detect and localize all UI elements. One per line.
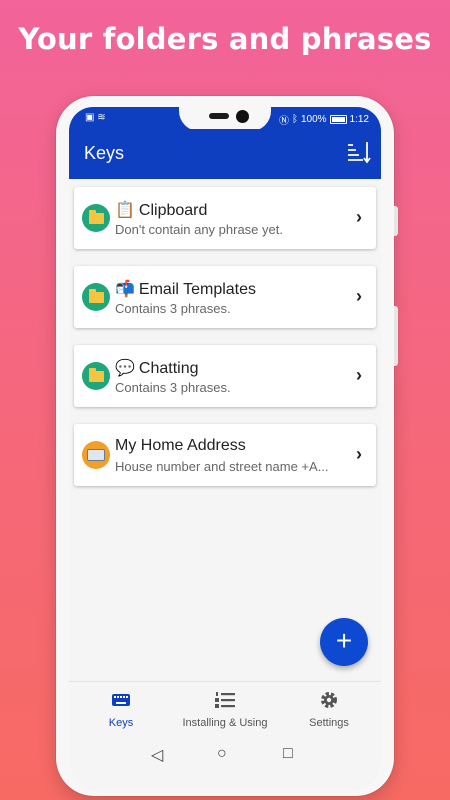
list-item-chatting[interactable]: 💬 Chatting Contains 3 phrases. › [74, 345, 376, 407]
item-title-text: Chatting [138, 360, 199, 377]
folder-icon [82, 283, 110, 311]
tab-installing-using[interactable]: Installing & Using [173, 690, 277, 729]
headline: Your folders and phrases [18, 22, 432, 56]
status-icons-left: ▣ ≋ [85, 112, 106, 123]
volume-button [394, 206, 398, 236]
phone-screen: ▣ ≋ Ⓝ ᛒ 100% 1:12 Keys 📋 Clipboard Don't… [69, 107, 381, 791]
page-title: Keys [84, 143, 125, 163]
speech-bubble-emoji-icon: 💬 [115, 360, 135, 377]
mailbox-emoji-icon: 📬 [115, 281, 135, 298]
tab-keys[interactable]: Keys [69, 690, 173, 729]
battery-icon [329, 115, 347, 124]
gear-icon [321, 692, 337, 708]
sort-icon[interactable] [347, 139, 371, 165]
list-item-clipboard[interactable]: 📋 Clipboard Don't contain any phrase yet.… [74, 187, 376, 249]
item-title-text: Clipboard [138, 202, 208, 219]
bottom-nav: Keys Installing & Using Settings [69, 681, 381, 734]
tab-label: Keys [108, 717, 134, 729]
bluetooth-icon: ᛒ [291, 114, 298, 125]
notch [179, 107, 271, 131]
item-title-text: Email Templates [138, 281, 257, 298]
numbered-list-icon [215, 692, 235, 708]
chevron-right-icon: › [356, 286, 362, 306]
chevron-right-icon: › [356, 365, 362, 385]
item-title: 📋 Clipboard [115, 200, 207, 220]
back-icon[interactable]: ◁ [151, 745, 163, 765]
nfc-icon: Ⓝ [278, 116, 289, 127]
item-subtitle: House number and street name +A... [115, 459, 329, 474]
app-bar: Keys [69, 129, 381, 179]
camera-icon [236, 110, 249, 123]
speaker-icon [209, 113, 229, 119]
system-nav-bar: ◁ ○ □ [69, 735, 381, 775]
chevron-right-icon: › [356, 444, 362, 464]
clock: 1:12 [349, 114, 369, 125]
recents-icon[interactable]: □ [283, 745, 293, 763]
item-title: 📬 Email Templates [115, 279, 256, 299]
folder-icon [82, 362, 110, 390]
keyboard-icon [112, 694, 130, 706]
tab-label: Installing & Using [182, 717, 268, 729]
item-subtitle: Contains 3 phrases. [115, 380, 231, 395]
home-icon[interactable]: ○ [217, 745, 227, 763]
item-title: My Home Address [115, 437, 246, 455]
list-item-home-address[interactable]: My Home Address House number and street … [74, 424, 376, 486]
list-item-email-templates[interactable]: 📬 Email Templates Contains 3 phrases. › [74, 266, 376, 328]
item-subtitle: Don't contain any phrase yet. [115, 222, 283, 237]
folder-icon [82, 204, 110, 232]
tab-label: Settings [309, 717, 349, 729]
clipboard-emoji-icon: 📋 [115, 202, 135, 219]
power-button [394, 306, 398, 366]
item-title-text: My Home Address [115, 437, 246, 454]
tab-settings[interactable]: Settings [277, 690, 381, 729]
keyboard-icon [82, 441, 110, 469]
battery-level: 100% [300, 114, 327, 125]
item-title: 💬 Chatting [115, 358, 199, 378]
phone-frame: ▣ ≋ Ⓝ ᛒ 100% 1:12 Keys 📋 Clipboard Don't… [56, 96, 398, 796]
status-icons-right: Ⓝ ᛒ 100% 1:12 [279, 112, 369, 127]
chevron-right-icon: › [356, 207, 362, 227]
add-button[interactable]: + [320, 618, 368, 666]
folder-list: 📋 Clipboard Don't contain any phrase yet.… [74, 187, 376, 503]
item-subtitle: Contains 3 phrases. [115, 301, 231, 316]
